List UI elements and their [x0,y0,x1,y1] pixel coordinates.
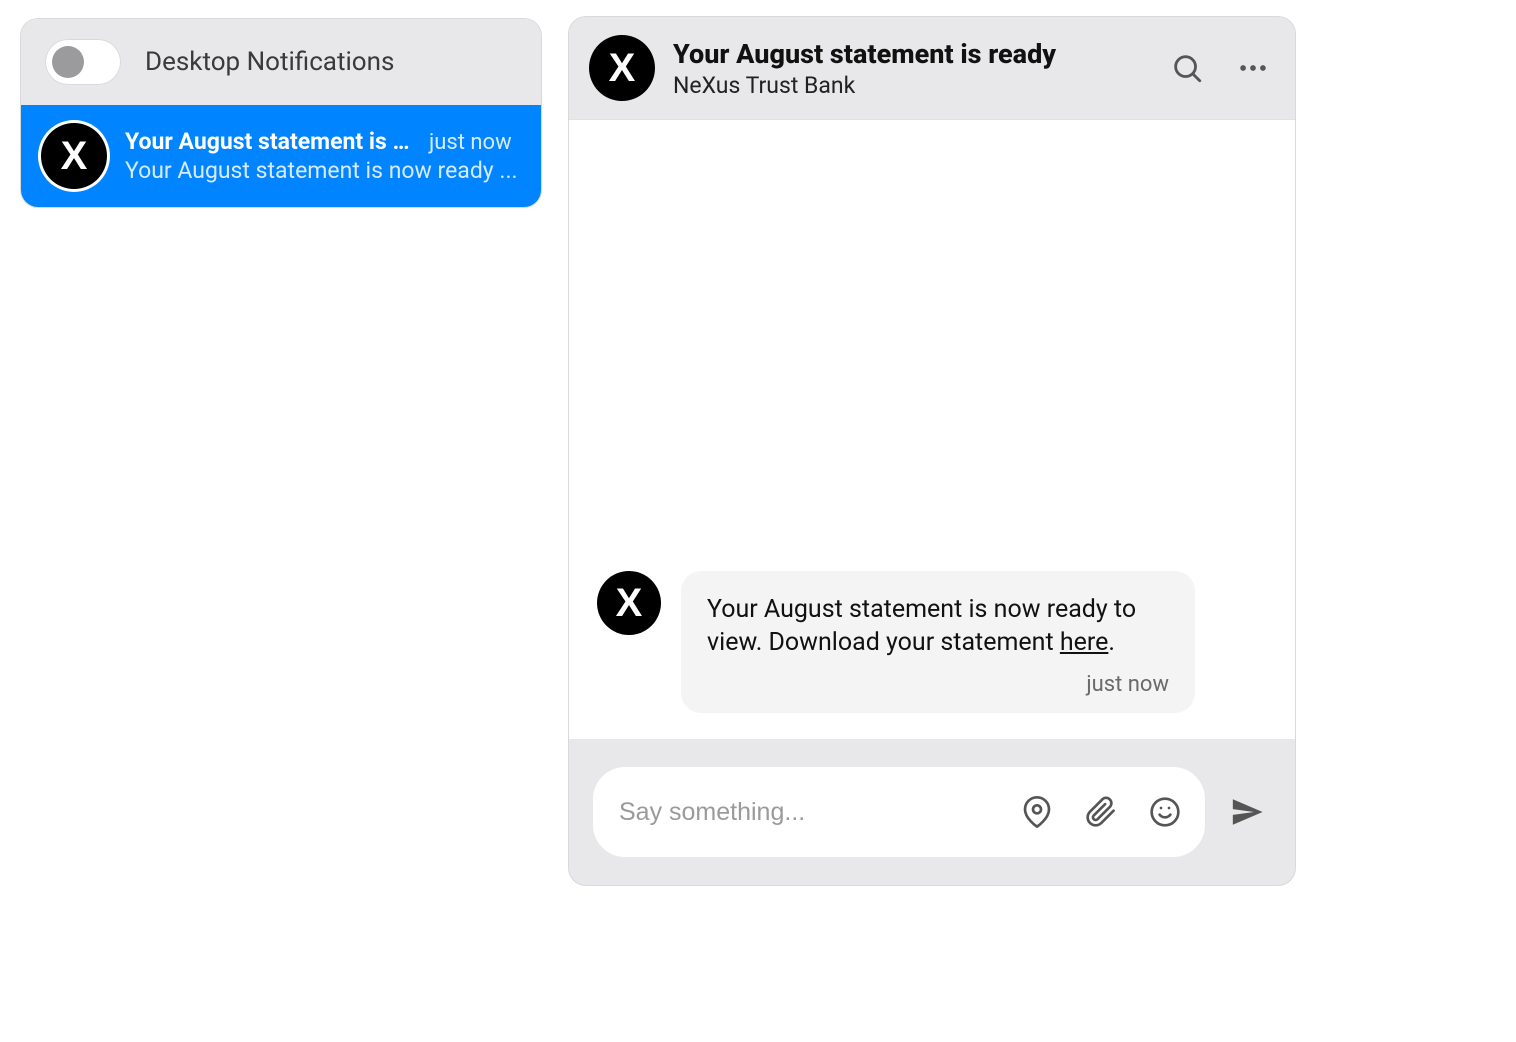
chat-panel: X Your August statement is ready NeXus T… [568,16,1296,886]
composer-input-wrap [593,767,1205,857]
avatar-letter: X [609,48,636,88]
avatar: X [41,123,107,189]
conversation-item[interactable]: X Your August statement is r... just now… [21,105,541,207]
more-horizontal-icon [1236,51,1270,85]
conversations-panel: Desktop Notifications X Your August stat… [20,18,542,208]
chat-header: X Your August statement is ready NeXus T… [569,17,1295,120]
attach-button[interactable] [1079,790,1123,834]
avatar-letter: X [61,136,88,176]
avatar: X [589,35,655,101]
location-pin-icon [1021,796,1053,828]
conversation-title-row: Your August statement is r... just now [125,128,521,155]
search-icon [1170,51,1204,85]
avatar-letter: X [616,583,643,623]
composer [569,739,1295,885]
message-text: Your August statement is now ready to vi… [707,593,1169,661]
message-time: just now [707,672,1169,697]
more-button[interactable] [1231,46,1275,90]
send-button[interactable] [1223,788,1271,836]
message-link[interactable]: here [1060,628,1109,657]
paperclip-icon [1085,796,1117,828]
message-input[interactable] [619,798,1001,827]
conversation-preview: Your August statement is now ready ... [125,157,521,184]
smile-icon [1149,796,1181,828]
chat-body: X Your August statement is now ready to … [569,120,1295,739]
chat-title: Your August statement is ready [673,38,1147,70]
message-text-suffix: . [1108,628,1115,657]
location-button[interactable] [1015,790,1059,834]
chat-header-actions [1165,46,1275,90]
toggle-knob [52,46,84,78]
conversation-text: Your August statement is r... just now Y… [125,128,521,184]
emoji-button[interactable] [1143,790,1187,834]
conversation-title: Your August statement is r... [125,128,415,155]
desktop-notifications-toggle[interactable] [45,39,121,85]
search-button[interactable] [1165,46,1209,90]
chat-header-text: Your August statement is ready NeXus Tru… [673,38,1147,99]
chat-subtitle: NeXus Trust Bank [673,72,1147,99]
message-bubble: Your August statement is now ready to vi… [681,571,1195,714]
send-icon [1230,795,1264,829]
avatar: X [597,571,661,635]
composer-icons [1015,790,1187,834]
conversation-time: just now [429,130,512,155]
desktop-notifications-label: Desktop Notifications [145,47,394,77]
conversations-panel-header: Desktop Notifications [21,19,541,105]
message-row: X Your August statement is now ready to … [597,571,1195,714]
